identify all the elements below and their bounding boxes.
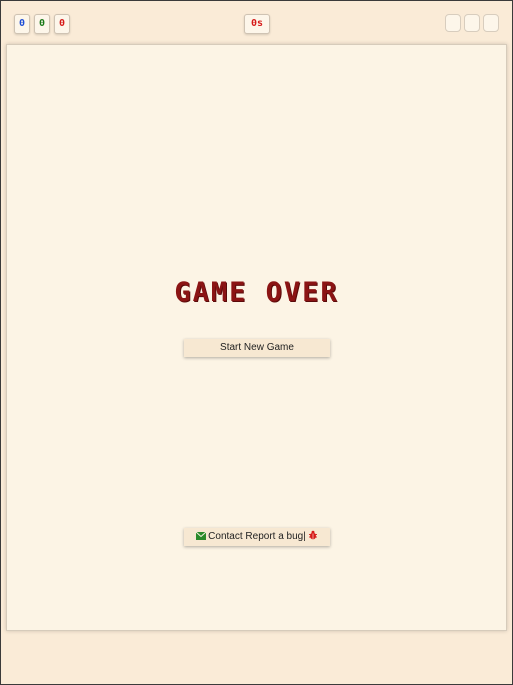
- game-window: { "topbar": { "counters": [ {"value": "0…: [0, 0, 513, 685]
- separator: |: [303, 531, 306, 542]
- empty-slot-3[interactable]: [483, 14, 499, 32]
- timer-display: 0s: [244, 14, 270, 34]
- empty-slot-1[interactable]: [445, 14, 461, 32]
- contact-report-button[interactable]: Contact Report a bug|: [184, 528, 330, 546]
- top-bar: 0 0 0 0s: [1, 1, 512, 45]
- blue-counter: 0: [14, 14, 30, 34]
- red-counter: 0: [54, 14, 70, 34]
- green-counter: 0: [34, 14, 50, 34]
- empty-slot-2[interactable]: [464, 14, 480, 32]
- contact-label[interactable]: Contact: [208, 531, 242, 542]
- envelope-icon: [196, 532, 207, 540]
- game-over-title: GAME OVER: [174, 277, 339, 308]
- start-new-game-button[interactable]: Start New Game: [184, 339, 330, 357]
- bug-icon: [308, 530, 317, 540]
- report-label[interactable]: Report a bug: [245, 531, 303, 542]
